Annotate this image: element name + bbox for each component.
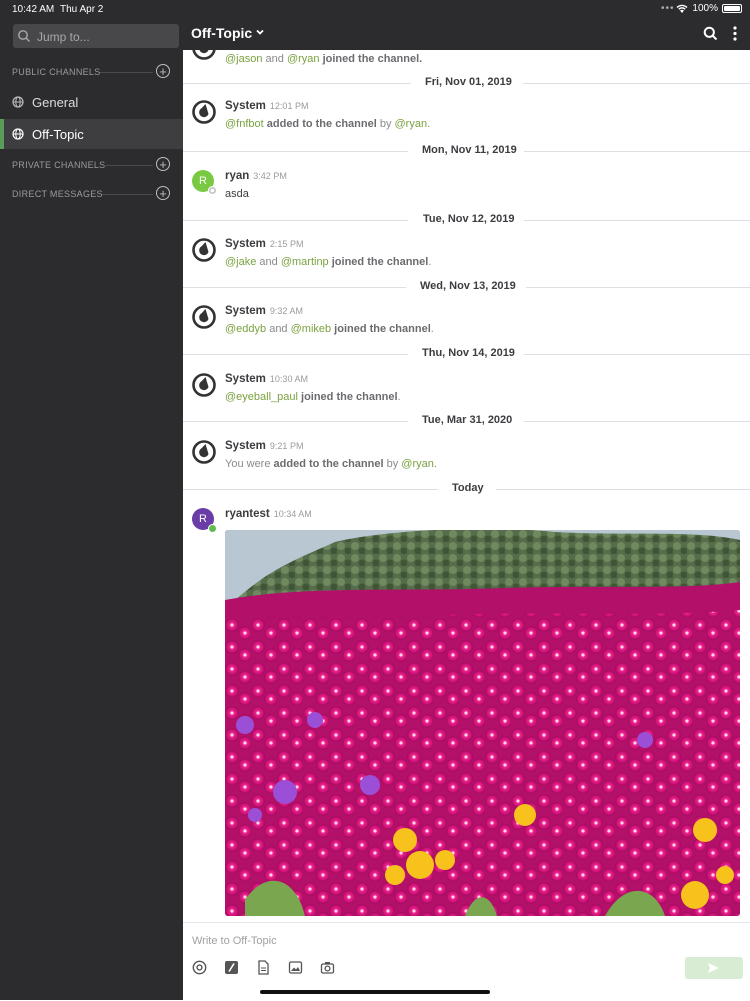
post-time: 12:01 PM bbox=[269, 101, 309, 111]
add-public-channel-button[interactable]: + bbox=[156, 64, 170, 78]
camera-icon[interactable] bbox=[320, 960, 335, 975]
add-private-channel-button[interactable]: + bbox=[156, 157, 170, 171]
post-time: 3:42 PM bbox=[253, 171, 287, 181]
globe-icon bbox=[12, 128, 24, 140]
multitasking-dots-icon: ••• bbox=[661, 3, 675, 14]
sidebar-item-general[interactable]: General bbox=[0, 87, 183, 117]
system-logo-icon bbox=[192, 440, 216, 464]
file-attach-icon[interactable] bbox=[256, 960, 271, 975]
sidebar: Jump to... PUBLIC CHANNELS + General Off… bbox=[0, 18, 183, 1000]
system-logo-icon bbox=[192, 373, 216, 397]
add-direct-message-button[interactable]: + bbox=[156, 186, 170, 200]
status-indicator bbox=[208, 186, 217, 195]
date-separator: Today bbox=[183, 481, 750, 497]
flowers-photo bbox=[225, 530, 740, 916]
status-date: Thu Apr 2 bbox=[60, 4, 104, 15]
post-time: 10:30 AM bbox=[269, 374, 308, 384]
message-text: asda bbox=[225, 188, 249, 200]
message-text: @jake and @martinp joined the channel. bbox=[225, 256, 432, 268]
slash-command-icon[interactable] bbox=[224, 960, 239, 975]
at-mention-icon[interactable] bbox=[192, 960, 207, 975]
date-separator: Thu, Nov 14, 2019 bbox=[183, 346, 750, 362]
direct-messages-header: DIRECT MESSAGES bbox=[12, 189, 153, 199]
sidebar-item-off-topic[interactable]: Off-Topic bbox=[0, 119, 183, 149]
image-attachment[interactable] bbox=[225, 530, 740, 916]
image-gallery-icon[interactable] bbox=[288, 960, 303, 975]
message-input[interactable]: Write to Off-Topic bbox=[192, 935, 277, 947]
system-logo-icon bbox=[192, 305, 216, 329]
post-time: 2:15 PM bbox=[269, 239, 304, 249]
post-author[interactable]: ryantest 10:34 AM bbox=[225, 508, 312, 520]
search-icon[interactable] bbox=[703, 26, 718, 41]
system-logo-icon bbox=[192, 238, 216, 262]
private-channels-header: PRIVATE CHANNELS bbox=[12, 160, 153, 170]
date-separator: Tue, Mar 31, 2020 bbox=[183, 413, 750, 429]
message-text: @eyeball_paul joined the channel. bbox=[225, 391, 401, 403]
search-icon bbox=[18, 30, 30, 42]
channel-header: Off-Topic bbox=[183, 18, 750, 50]
message-text: @eddyb and @mikeb joined the channel. bbox=[225, 323, 434, 335]
post-time: 9:32 AM bbox=[269, 306, 303, 316]
message-text: You were added to the channel by @ryan. bbox=[225, 458, 437, 470]
post-author[interactable]: System 10:30 AM bbox=[225, 373, 308, 385]
system-logo-icon bbox=[192, 100, 216, 124]
post-author[interactable]: ryan 3:42 PM bbox=[225, 170, 287, 182]
wifi-icon bbox=[676, 4, 688, 13]
public-channels-header: PUBLIC CHANNELS bbox=[12, 67, 153, 77]
date-separator: Wed, Nov 13, 2019 bbox=[183, 279, 750, 295]
globe-icon bbox=[12, 96, 24, 108]
post-author[interactable]: System 2:15 PM bbox=[225, 238, 303, 250]
send-icon bbox=[708, 963, 719, 973]
sidebar-item-label: Off-Topic bbox=[32, 127, 84, 142]
date-separator: Mon, Nov 11, 2019 bbox=[183, 143, 750, 159]
sidebar-item-label: General bbox=[32, 95, 79, 110]
post-author[interactable]: System 9:21 PM bbox=[225, 440, 303, 452]
post-author[interactable]: System 12:01 PM bbox=[225, 100, 308, 112]
home-indicator bbox=[260, 990, 490, 994]
battery-percent: 100% bbox=[692, 3, 718, 14]
date-separator: Fri, Nov 01, 2019 bbox=[183, 75, 750, 91]
channel-title[interactable]: Off-Topic bbox=[191, 25, 252, 41]
send-button[interactable] bbox=[685, 957, 743, 979]
post-time: 10:34 AM bbox=[273, 509, 312, 519]
post-author[interactable]: System 9:32 AM bbox=[225, 305, 303, 317]
chevron-down-icon[interactable] bbox=[255, 27, 265, 37]
battery-icon bbox=[722, 4, 742, 13]
post-time: 9:21 PM bbox=[269, 441, 304, 451]
avatar[interactable]: R bbox=[192, 508, 217, 533]
message-text: @fnfbot added to the channel by @ryan. bbox=[225, 118, 431, 130]
date-separator: Tue, Nov 12, 2019 bbox=[183, 212, 750, 228]
jump-to-placeholder: Jump to... bbox=[37, 30, 90, 44]
jump-to-search[interactable]: Jump to... bbox=[13, 24, 179, 48]
avatar[interactable]: R bbox=[192, 170, 217, 195]
more-options-icon[interactable] bbox=[733, 26, 737, 41]
online-status-indicator bbox=[208, 524, 217, 533]
status-bar: 10:42 AM Thu Apr 2 ••• 100% bbox=[0, 0, 750, 18]
status-time: 10:42 AM bbox=[12, 4, 55, 15]
message-text: @jason and @ryan joined the channel. bbox=[225, 53, 423, 65]
system-logo-icon bbox=[192, 50, 216, 60]
